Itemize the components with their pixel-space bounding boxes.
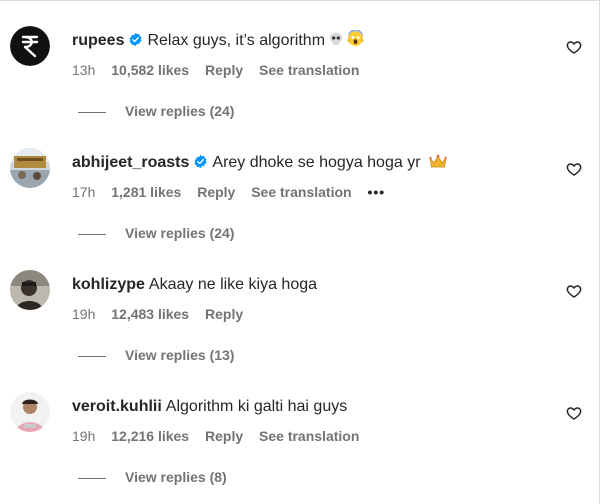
username[interactable]: veroit.kuhlii	[72, 398, 162, 415]
like-heart-icon[interactable]	[566, 405, 582, 421]
more-options-button[interactable]: •••	[367, 184, 385, 200]
likes-count[interactable]: 12,483 likes	[111, 306, 189, 322]
like-heart-icon[interactable]	[566, 283, 582, 299]
view-replies-label: View replies (24)	[125, 103, 235, 119]
timestamp[interactable]: 17h	[72, 184, 95, 200]
comment-text: Akaay ne like kiya hoga	[148, 276, 318, 293]
avatar[interactable]	[10, 392, 50, 432]
comment-line: veroit.kuhlii Algorithm ki galti hai guys	[72, 396, 347, 418]
replies-divider	[78, 111, 106, 113]
view-replies-label: View replies (13)	[125, 347, 235, 363]
replies-divider	[78, 233, 106, 235]
comment-text: Relax guys, it’s algorithm	[147, 32, 326, 49]
comment-meta: 17h 1,281 likes Reply See translation ••…	[72, 183, 397, 201]
comment-line: abhijeet_roasts Arey dhoke se hogya hoga …	[72, 152, 447, 176]
like-heart-icon[interactable]	[566, 39, 582, 55]
dark-photo-avatar-icon	[10, 270, 50, 310]
rupee-logo-icon	[10, 26, 50, 66]
avatar[interactable]	[10, 26, 50, 66]
see-translation-button[interactable]: See translation	[259, 428, 359, 444]
photo-avatar-icon	[10, 148, 50, 188]
comment-meta: 13h 10,582 likes Reply See translation	[72, 61, 371, 79]
comment-item: kohlizype Akaay ne like kiya hoga 19h 12,…	[0, 245, 590, 366]
reply-button[interactable]: Reply	[205, 428, 243, 444]
comment-item: veroit.kuhlii Algorithm ki galti hai guys…	[0, 367, 590, 488]
reply-button[interactable]: Reply	[197, 184, 235, 200]
like-heart-icon[interactable]	[566, 161, 582, 177]
crown-emoji-icon	[428, 153, 447, 176]
username[interactable]: kohlizype	[72, 276, 145, 293]
timestamp[interactable]: 13h	[72, 62, 95, 78]
likes-count[interactable]: 10,582 likes	[111, 62, 189, 78]
screaming-face-emoji-icon	[347, 28, 364, 54]
verified-badge-icon	[193, 154, 208, 176]
avatar[interactable]	[10, 148, 50, 188]
view-replies-button[interactable]: View replies (8)	[78, 468, 227, 486]
replies-divider	[78, 355, 106, 357]
see-translation-button[interactable]: See translation	[259, 62, 359, 78]
comment-text: Arey dhoke se hogya hoga yr	[212, 154, 421, 171]
comment-meta: 19h 12,483 likes Reply	[72, 305, 255, 323]
avatar[interactable]	[10, 270, 50, 310]
comment-meta: 19h 12,216 likes Reply See translation	[72, 427, 371, 445]
timestamp[interactable]: 19h	[72, 306, 95, 322]
reply-button[interactable]: Reply	[205, 306, 243, 322]
username[interactable]: rupees	[72, 32, 124, 49]
username[interactable]: abhijeet_roasts	[72, 154, 189, 171]
view-replies-button[interactable]: View replies (13)	[78, 346, 234, 364]
comment-line: kohlizype Akaay ne like kiya hoga	[72, 274, 317, 296]
likes-count[interactable]: 1,281 likes	[111, 184, 181, 200]
comment-item: abhijeet_roasts Arey dhoke se hogya hoga …	[0, 123, 590, 244]
verified-badge-icon	[128, 32, 143, 54]
comments-panel: rupees Relax guys, it’s algorithm 13h 10,…	[0, 0, 600, 504]
likes-count[interactable]: 12,216 likes	[111, 428, 189, 444]
view-replies-label: View replies (8)	[125, 469, 227, 485]
view-replies-button[interactable]: View replies (24)	[78, 102, 234, 120]
comment-line: rupees Relax guys, it’s algorithm	[72, 28, 364, 54]
timestamp[interactable]: 19h	[72, 428, 95, 444]
comment-item: rupees Relax guys, it’s algorithm 13h 10,…	[0, 1, 590, 122]
view-replies-label: View replies (24)	[125, 225, 235, 241]
person-photo-avatar-icon	[10, 392, 50, 432]
view-replies-button[interactable]: View replies (24)	[78, 224, 234, 242]
replies-divider	[78, 477, 106, 479]
comment-text: Algorithm ki galti hai guys	[165, 398, 348, 415]
see-translation-button[interactable]: See translation	[251, 184, 351, 200]
reply-button[interactable]: Reply	[205, 62, 243, 78]
skull-emoji-icon	[328, 31, 344, 54]
